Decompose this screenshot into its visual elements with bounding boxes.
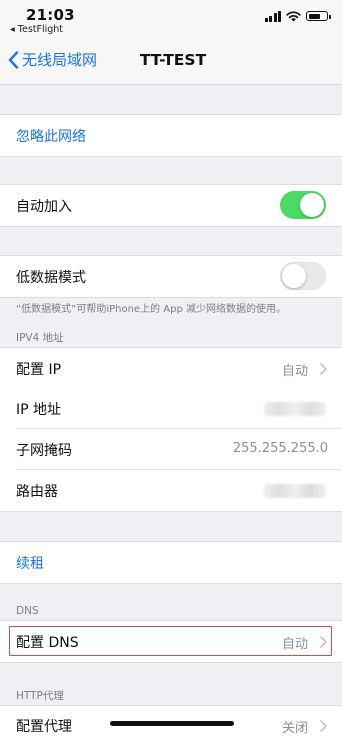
low-data-mode-row: 低数据模式 — [0, 255, 342, 298]
toggle-knob — [281, 263, 306, 288]
status-bar: 21:03 ◂ TestFlight — [0, 0, 342, 36]
configure-ip-value: 自动 — [281, 364, 308, 379]
router-row: 路由器 — [0, 470, 342, 512]
configure-ip-row[interactable]: 配置 IP 自动 — [0, 347, 342, 389]
back-to-app-link[interactable]: ◂ TestFlight — [10, 24, 63, 35]
chevron-right-icon — [320, 363, 327, 375]
toggle-knob — [300, 193, 324, 217]
configure-ip-label: 配置 IP — [16, 362, 62, 378]
auto-join-row: 自动加入 — [0, 184, 342, 227]
configure-proxy-label: 配置代理 — [16, 719, 72, 735]
ipv4-section-header: IPV4 地址 — [16, 332, 64, 344]
forget-network-button[interactable]: 忽略此网络 — [0, 114, 342, 157]
low-data-mode-footnote: “低数据模式”可帮助iPhone上的 App 减少网络数据的使用。 — [16, 304, 287, 315]
configure-dns-label: 配置 DNS — [16, 635, 79, 651]
navigation-bar: 无线局域网 TT-TEST — [0, 36, 342, 85]
configure-dns-row[interactable]: 配置 DNS 自动 — [0, 620, 342, 663]
subnet-mask-value: 255.255.255.0 — [232, 441, 328, 456]
redacted-router-address — [264, 484, 326, 498]
wifi-icon — [286, 10, 301, 21]
renew-lease-label: 续租 — [16, 556, 44, 572]
battery-icon — [306, 11, 331, 21]
home-indicator[interactable] — [110, 721, 234, 726]
chevron-right-icon — [320, 720, 327, 732]
ip-address-label: IP 地址 — [16, 402, 62, 418]
page-title: TT-TEST — [139, 51, 207, 69]
auto-join-toggle[interactable] — [280, 191, 326, 219]
configure-proxy-value: 关闭 — [281, 721, 308, 736]
renew-lease-button[interactable]: 续租 — [0, 541, 342, 584]
battery-level-fill — [308, 13, 320, 19]
ip-address-row: IP 地址 — [0, 388, 342, 429]
low-data-mode-toggle[interactable] — [280, 262, 326, 290]
redacted-ip-address — [264, 402, 326, 416]
cellular-signal-icon — [264, 10, 281, 22]
subnet-mask-label: 子网掩码 — [16, 443, 72, 459]
router-label: 路由器 — [16, 484, 58, 500]
http-proxy-section-header: HTTP代理 — [16, 690, 64, 702]
auto-join-label: 自动加入 — [16, 199, 72, 215]
status-icons — [264, 9, 331, 23]
low-data-mode-label: 低数据模式 — [16, 270, 86, 286]
status-time: 21:03 — [26, 6, 75, 24]
chevron-right-icon — [320, 636, 327, 648]
configure-dns-value: 自动 — [281, 637, 308, 652]
forget-network-label: 忽略此网络 — [16, 129, 86, 145]
dns-section-header: DNS — [16, 605, 39, 617]
subnet-mask-row: 子网掩码 255.255.255.0 — [0, 429, 342, 470]
